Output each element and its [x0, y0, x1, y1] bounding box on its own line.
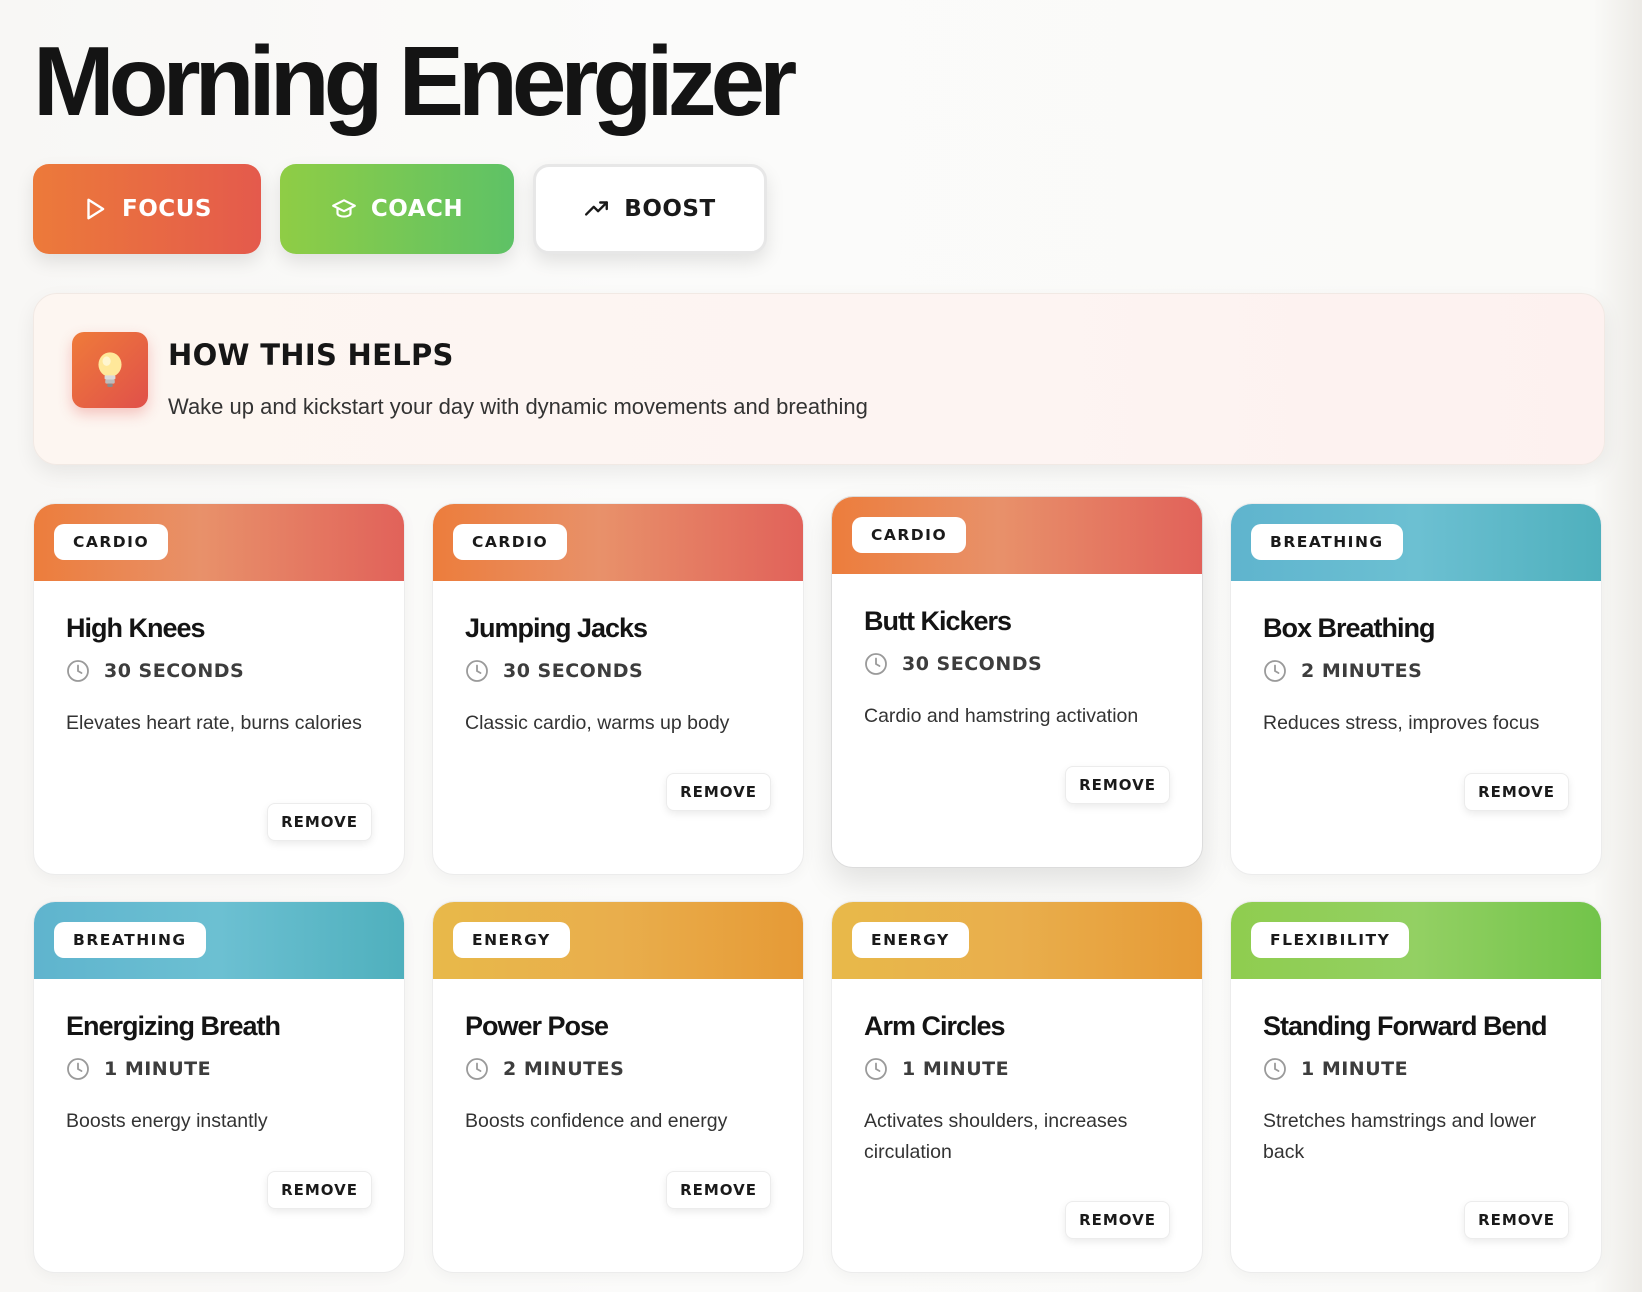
clock-icon [865, 653, 887, 675]
remove-button[interactable]: REMOVE [1464, 1201, 1569, 1239]
focus-button[interactable]: FOCUS [33, 164, 261, 254]
exercise-description: Cardio and hamstring activation [864, 705, 1139, 727]
exercise-title: Jumping Jacks [465, 613, 648, 643]
duration-label: 1 MINUTE [104, 1058, 212, 1080]
boost-button[interactable]: BOOST [533, 164, 767, 254]
exercise-card: CARDIO Butt Kickers 30 SECONDS Cardio an… [831, 496, 1203, 868]
duration-label: 2 MINUTES [503, 1058, 625, 1080]
duration-label: 2 MINUTES [1301, 660, 1423, 682]
graduation-cap-icon [331, 199, 356, 218]
exercise-duration: 2 MINUTES [1263, 659, 1422, 683]
exercise-description: Elevates heart rate, burns calories [66, 712, 362, 734]
exercise-card: BREATHING Box Breathing 2 MINUTES Reduce… [1230, 503, 1602, 875]
remove-button[interactable]: REMOVE [1464, 773, 1569, 811]
page-title: Morning Energizer [33, 26, 797, 136]
exercise-grid: CARDIO High Knees 30 SECONDS Elevates he… [33, 496, 1609, 1273]
clock-icon [1264, 660, 1286, 682]
focus-button-label: FOCUS [122, 196, 212, 222]
category-tag: CARDIO [852, 517, 967, 553]
exercise-description: Reduces stress, improves focus [1263, 712, 1540, 734]
exercise-card: CARDIO Jumping Jacks 30 SECONDS Classic … [432, 503, 804, 875]
exercise-card: ENERGY Power Pose 2 MINUTES Boosts confi… [432, 901, 804, 1273]
boost-button-label: BOOST [624, 196, 716, 222]
exercise-card: ENERGY Arm Circles 1 MINUTE Activates sh… [831, 901, 1203, 1273]
info-title: HOW THIS HELPS [168, 338, 454, 372]
play-icon [87, 198, 105, 220]
card-header: ENERGY [433, 902, 803, 979]
exercise-title: Butt Kickers [864, 606, 1012, 636]
exercise-title: Standing Forward Bend [1263, 1011, 1548, 1041]
exercise-duration: 1 MINUTE [864, 1057, 1009, 1081]
category-tag: ENERGY [453, 922, 570, 958]
exercise-duration: 1 MINUTE [1263, 1057, 1408, 1081]
exercise-description: Stretches hamstrings and lower back [1263, 1110, 1537, 1163]
trending-up-icon [585, 201, 609, 216]
category-tag: ENERGY [852, 922, 969, 958]
exercise-duration: 30 SECONDS [864, 652, 1042, 676]
exercise-duration: 30 SECONDS [465, 659, 643, 683]
coach-button[interactable]: COACH [280, 164, 514, 254]
duration-label: 30 SECONDS [902, 653, 1043, 675]
how-this-helps-panel: HOW THIS HELPS Wake up and kickstart you… [33, 293, 1605, 465]
exercise-title: Power Pose [465, 1011, 609, 1041]
category-tag: BREATHING [1251, 524, 1403, 560]
exercise-description: Boosts confidence and energy [465, 1110, 728, 1132]
clock-icon [67, 1058, 89, 1080]
exercise-duration: 2 MINUTES [465, 1057, 624, 1081]
remove-button[interactable]: REMOVE [666, 773, 771, 811]
card-header: CARDIO [433, 504, 803, 581]
card-header: FLEXIBILITY [1231, 902, 1601, 979]
clock-icon [466, 1058, 488, 1080]
card-header: CARDIO [34, 504, 404, 581]
exercise-title: Energizing Breath [66, 1011, 281, 1041]
exercise-description: Classic cardio, warms up body [465, 712, 730, 734]
card-header: ENERGY [832, 902, 1202, 979]
category-tag: CARDIO [453, 524, 568, 560]
duration-label: 1 MINUTE [902, 1058, 1010, 1080]
exercise-description: Boosts energy instantly [66, 1110, 268, 1132]
exercise-card: BREATHING Energizing Breath 1 MINUTE Boo… [33, 901, 405, 1273]
remove-button[interactable]: REMOVE [1065, 766, 1170, 804]
page: Morning Energizer FOCUS COACH BOOST HOW … [0, 0, 1642, 1292]
exercise-title: Box Breathing [1263, 613, 1436, 643]
category-tag: BREATHING [54, 922, 206, 958]
clock-icon [67, 660, 89, 682]
duration-label: 1 MINUTE [1301, 1058, 1409, 1080]
clock-icon [1264, 1058, 1286, 1080]
exercise-title: Arm Circles [864, 1011, 1006, 1041]
exercise-card: CARDIO High Knees 30 SECONDS Elevates he… [33, 503, 405, 875]
remove-button[interactable]: REMOVE [267, 803, 372, 841]
category-tag: FLEXIBILITY [1251, 922, 1410, 958]
clock-icon [466, 660, 488, 682]
card-header: BREATHING [1231, 504, 1601, 581]
remove-button[interactable]: REMOVE [267, 1171, 372, 1209]
coach-button-label: COACH [370, 196, 464, 222]
remove-button[interactable]: REMOVE [666, 1171, 771, 1209]
lightbulb-icon [72, 332, 148, 408]
mode-selector: FOCUS COACH BOOST [33, 164, 1609, 254]
remove-button[interactable]: REMOVE [1065, 1201, 1170, 1239]
card-header: CARDIO [832, 497, 1202, 574]
exercise-description: Activates shoulders, increases circulati… [864, 1110, 1128, 1163]
clock-icon [865, 1058, 887, 1080]
card-header: BREATHING [34, 902, 404, 979]
exercise-duration: 30 SECONDS [66, 659, 244, 683]
category-tag: CARDIO [54, 524, 169, 560]
duration-label: 30 SECONDS [104, 660, 245, 682]
info-description: Wake up and kickstart your day with dyna… [168, 394, 868, 419]
exercise-duration: 1 MINUTE [66, 1057, 211, 1081]
duration-label: 30 SECONDS [503, 660, 644, 682]
exercise-card: FLEXIBILITY Standing Forward Bend 1 MINU… [1230, 901, 1602, 1273]
exercise-title: High Knees [66, 613, 206, 643]
